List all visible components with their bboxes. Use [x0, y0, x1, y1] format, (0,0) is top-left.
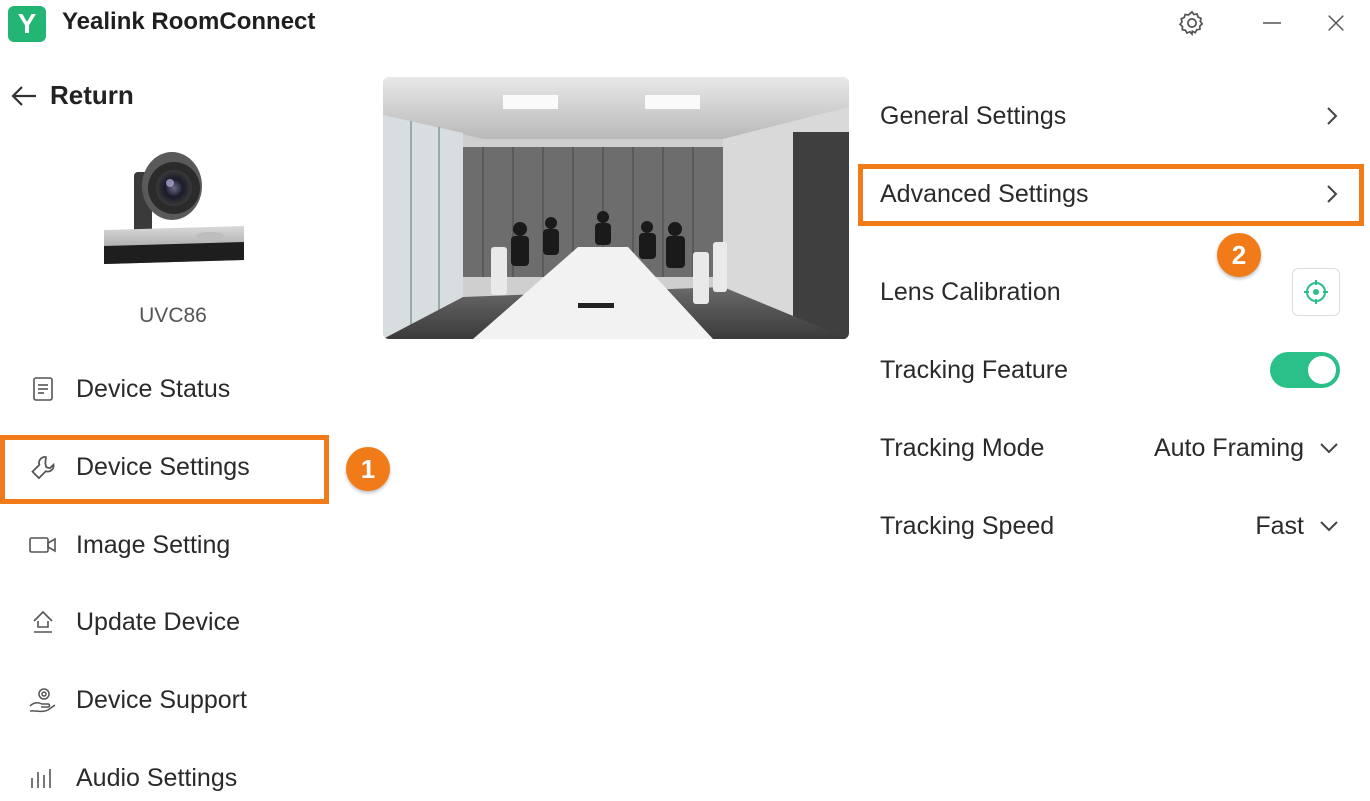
crosshair-icon [1304, 280, 1328, 304]
tracking-speed-dropdown[interactable]: Fast [1255, 512, 1340, 541]
video-camera-icon [28, 530, 58, 560]
lens-calibration-button[interactable] [1292, 268, 1340, 316]
nav-device-settings[interactable]: Device Settings [28, 444, 250, 490]
chevron-right-icon [1324, 182, 1340, 206]
chevron-down-icon [1320, 521, 1338, 532]
general-settings-row[interactable]: General Settings [880, 91, 1340, 141]
minimize-icon [1263, 22, 1281, 24]
nav-device-status[interactable]: Device Status [28, 366, 230, 412]
chevron-down-icon [1320, 443, 1338, 454]
device-name: UVC86 [139, 304, 207, 327]
lens-calibration-label: Lens Calibration [880, 277, 1061, 306]
nav-label: Device Settings [76, 452, 250, 481]
general-settings-label: General Settings [880, 101, 1067, 130]
tracking-mode-dropdown[interactable]: Auto Framing [1154, 434, 1340, 463]
document-icon [28, 374, 58, 404]
tracking-feature-label: Tracking Feature [880, 355, 1069, 384]
app-logo: Y [8, 6, 46, 42]
arrow-left-icon [11, 85, 36, 106]
camera-preview-image [383, 77, 849, 339]
nav-device-support[interactable]: Device Support [28, 677, 247, 723]
tracking-speed-value: Fast [1255, 511, 1304, 540]
close-icon [1328, 15, 1344, 31]
nav-update-device[interactable]: Update Device [28, 599, 240, 645]
advanced-settings-row[interactable]: Advanced Settings [880, 169, 1340, 219]
toggle-knob [1308, 356, 1336, 384]
return-label: Return [50, 80, 134, 110]
nav-audio-settings[interactable]: Audio Settings [28, 755, 237, 801]
wrench-icon [28, 452, 58, 482]
tracking-mode-label: Tracking Mode [880, 433, 1045, 462]
tracking-speed-label: Tracking Speed [880, 511, 1055, 540]
nav-label: Update Device [76, 607, 240, 636]
nav-label: Device Status [76, 374, 231, 403]
nav-image-setting[interactable]: Image Setting [28, 522, 230, 568]
app-title: Yealink RoomConnect [62, 8, 316, 35]
lens-calibration-row: Lens Calibration [880, 267, 1340, 317]
nav-label: Device Support [76, 685, 247, 714]
gear-icon [1178, 10, 1204, 37]
step-badge-1: 1 [346, 447, 390, 491]
tracking-mode-row: Tracking Mode Auto Framing [880, 423, 1340, 473]
return-button[interactable]: Return [10, 80, 134, 111]
nav-label: Audio Settings [76, 763, 238, 792]
tracking-mode-value: Auto Framing [1153, 433, 1304, 462]
minimize-button[interactable] [1254, 6, 1290, 40]
tracking-feature-toggle[interactable] [1270, 352, 1340, 388]
close-button[interactable] [1318, 6, 1354, 40]
nav-label: Image Setting [76, 530, 231, 559]
settings-gear-button[interactable] [1174, 6, 1210, 40]
camera-device-image [104, 152, 244, 264]
tracking-feature-row: Tracking Feature [880, 345, 1340, 395]
support-hand-icon [28, 685, 58, 715]
upload-icon [28, 607, 58, 637]
tracking-speed-row: Tracking Speed Fast [880, 501, 1340, 551]
chevron-right-icon [1324, 104, 1340, 128]
advanced-settings-label: Advanced Settings [880, 179, 1089, 208]
